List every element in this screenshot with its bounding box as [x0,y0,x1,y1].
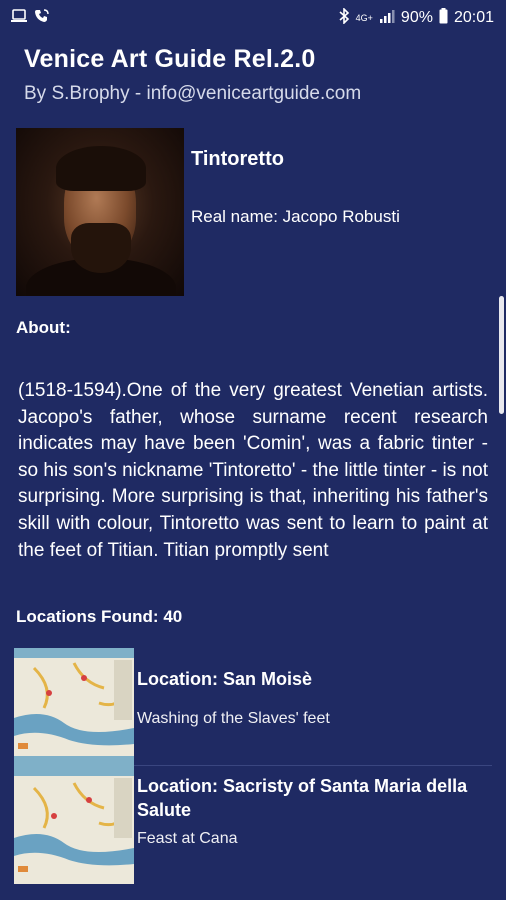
app-header: Venice Art Guide Rel.2.0 By S.Brophy - i… [0,36,506,116]
artist-real-name: Real name: Jacopo Robusti [191,207,400,226]
battery-icon [439,7,448,29]
location-title: Location: San Moisè [137,669,313,689]
wifi-call-icon [34,8,50,29]
battery-text: 90% [400,9,433,26]
status-left-icons [10,8,50,29]
status-right-icons: 4G+ 90% 20:01 [338,6,494,29]
location-artwork: Washing of the Slaves' feet [137,710,330,727]
app-title: Venice Art Guide Rel.2.0 [24,45,316,73]
scrollbar-thumb[interactable] [499,296,504,414]
about-label: About: [16,318,71,337]
lte-icon: 4G+ [355,12,373,23]
clock: 20:01 [453,9,494,26]
locations-count-label: Locations Found: 40 [16,607,183,626]
about-text[interactable]: (1518-1594).One of the very greatest Ven… [18,378,488,584]
status-bar: 4G+ 90% 20:01 [0,0,506,36]
laptop-icon [10,8,28,28]
bluetooth-icon [338,6,350,29]
location-item[interactable]: Location: San Moisè Washing of the Slave… [14,648,492,766]
map-thumbnail [14,648,134,766]
map-thumbnail [14,766,134,884]
signal-icon [379,9,395,28]
location-artwork: Feast at Cana [137,830,238,847]
artist-portrait [16,128,184,296]
location-title: Location: Sacristy of Santa Maria della … [137,776,468,820]
app-subtitle: By S.Brophy - info@veniceartguide.com [24,83,362,104]
location-item[interactable]: Location: Sacristy of Santa Maria della … [14,766,492,884]
artist-name: Tintoretto [191,148,284,170]
